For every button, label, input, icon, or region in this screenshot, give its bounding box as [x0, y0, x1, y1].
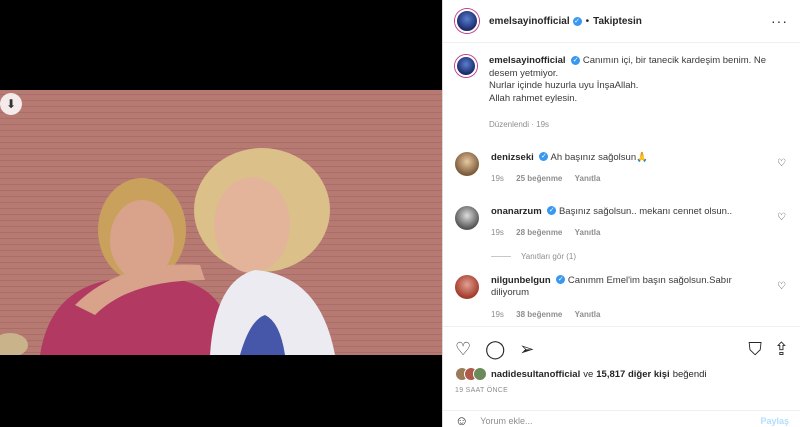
- comments-scroll-area[interactable]: emelsayinofficial ✓ Canımın içi, bir tan…: [443, 43, 800, 326]
- post-photo[interactable]: [0, 90, 442, 355]
- post-header: emelsayinofficial ✓ • Takiptesin ···: [443, 0, 800, 43]
- caption-username[interactable]: emelsayinofficial: [489, 55, 566, 66]
- photo-illustration: [0, 90, 442, 355]
- comment-time[interactable]: 19s: [491, 310, 504, 319]
- view-replies-button[interactable]: Yanıtları gör (1): [491, 252, 788, 261]
- reply-button[interactable]: Yanıtla: [575, 174, 601, 183]
- media-pane: ⬇: [0, 0, 442, 427]
- liker-avatar: [473, 367, 487, 381]
- comment-username[interactable]: nilgunbelgun: [491, 275, 551, 286]
- comment-body: denizseki ✓ Ah başınız sağolsun🙏 19s 25 …: [491, 152, 763, 186]
- liker-avatars: [455, 367, 487, 381]
- liker-username[interactable]: nadidesultanofficial: [491, 369, 580, 380]
- caption-meta: Düzenlendi · 19s: [489, 120, 550, 129]
- add-comment-bar: ☺ Yorum ekle... Paylaş: [443, 410, 800, 427]
- commenter-avatar[interactable]: [455, 205, 479, 230]
- separator-dot: •: [585, 15, 590, 27]
- likes-suffix: beğendi: [672, 368, 707, 380]
- post-comment-button[interactable]: Paylaş: [760, 416, 789, 426]
- more-horizontal-icon[interactable]: ···: [771, 13, 788, 29]
- comment-likes[interactable]: 25 beğenme: [516, 174, 562, 183]
- comment-body: nilgunbelgun ✓ Canımm Emel'im başın sağo…: [491, 275, 763, 322]
- comment-item: onanarzum ✓ Başınız sağolsun.. mekanı ce…: [455, 205, 788, 240]
- comment-item: denizseki ✓ Ah başınız sağolsun🙏 19s 25 …: [455, 151, 788, 186]
- likes-summary[interactable]: nadidesultanofficial ve 15,817 diğer kiş…: [455, 367, 789, 381]
- comment-time[interactable]: 19s: [491, 174, 504, 183]
- likes-and: ve: [583, 368, 594, 380]
- like-comment-heart-icon[interactable]: ♡: [777, 212, 786, 223]
- instagram-post-modal: ⬇ emelsayinofficial ✓ • Takiptesin ··· e…: [0, 0, 800, 427]
- verified-badge-icon: ✓: [539, 152, 549, 162]
- comment-item: nilgunbelgun ✓ Canımm Emel'im başın sağo…: [455, 274, 788, 322]
- post-side-panel: emelsayinofficial ✓ • Takiptesin ··· eme…: [442, 0, 800, 427]
- post-actions: ♡ ◯ ➢ ⛉ ⇪ nadidesultanofficial ve 15,817…: [443, 326, 800, 394]
- verified-badge-icon: ✓: [556, 275, 566, 285]
- bookmark-icon[interactable]: ⛉: [748, 340, 762, 358]
- verified-badge-icon: ✓: [571, 55, 581, 65]
- comment-bubble-icon[interactable]: ◯: [485, 340, 505, 358]
- comment-meta: 19s 28 beğenme Yanıtla: [491, 227, 763, 240]
- author-avatar[interactable]: [455, 9, 479, 33]
- replies-divider: [491, 255, 511, 257]
- reply-button[interactable]: Yanıtla: [575, 228, 601, 237]
- comment-meta: 19s 38 beğenme Yanıtla: [491, 309, 763, 322]
- verified-badge-icon: ✓: [547, 206, 557, 216]
- like-heart-icon[interactable]: ♡: [455, 340, 471, 358]
- caption-time[interactable]: 19s: [536, 120, 549, 129]
- share-export-icon[interactable]: ⇪: [774, 340, 789, 358]
- comment-username[interactable]: denizseki: [491, 152, 534, 163]
- caption-line-2: Nurlar içinde huzurla uyu İnşaAllah.: [489, 80, 639, 91]
- comment-body: onanarzum ✓ Başınız sağolsun.. mekanı ce…: [491, 206, 763, 240]
- view-replies-label[interactable]: Yanıtları gör (1): [521, 252, 576, 261]
- caption-author-avatar[interactable]: [455, 55, 477, 77]
- like-comment-heart-icon[interactable]: ♡: [777, 281, 786, 292]
- caption-body: emelsayinofficial ✓ Canımın içi, bir tan…: [489, 55, 779, 132]
- following-button[interactable]: Takiptesin: [593, 16, 642, 27]
- edited-label: Düzenlendi: [489, 120, 530, 129]
- author-username[interactable]: emelsayinofficial: [489, 16, 570, 27]
- comment-username[interactable]: onanarzum: [491, 206, 542, 217]
- emoji-icon[interactable]: ☺: [455, 413, 468, 427]
- comment-time[interactable]: 19s: [491, 228, 504, 237]
- download-icon[interactable]: ⬇: [0, 93, 22, 115]
- comment-meta: 19s 25 beğenme Yanıtla: [491, 173, 763, 186]
- reply-button[interactable]: Yanıtla: [575, 310, 601, 319]
- comment-likes[interactable]: 28 beğenme: [516, 228, 562, 237]
- comment-input[interactable]: Yorum ekle...: [480, 416, 532, 426]
- verified-badge-icon: ✓: [572, 16, 582, 26]
- likes-count[interactable]: 15,817 diğer kişi: [596, 369, 669, 380]
- comment-text: Başınız sağolsun.. mekanı cennet olsun..: [558, 205, 733, 217]
- like-comment-heart-icon[interactable]: ♡: [777, 158, 786, 169]
- comment-likes[interactable]: 38 beğenme: [516, 310, 562, 319]
- post-timestamp[interactable]: 19 SAAT ÖNCE: [455, 387, 789, 394]
- comment-text: Ah başınız sağolsun🙏: [550, 151, 648, 163]
- commenter-avatar[interactable]: [455, 274, 479, 299]
- commenter-avatar[interactable]: [455, 151, 479, 176]
- action-icons-row: ♡ ◯ ➢ ⛉ ⇪: [455, 335, 789, 363]
- caption: emelsayinofficial ✓ Canımın içi, bir tan…: [455, 55, 788, 132]
- caption-line-3: Allah rahmet eylesin.: [489, 92, 578, 104]
- share-send-icon[interactable]: ➢: [519, 340, 534, 358]
